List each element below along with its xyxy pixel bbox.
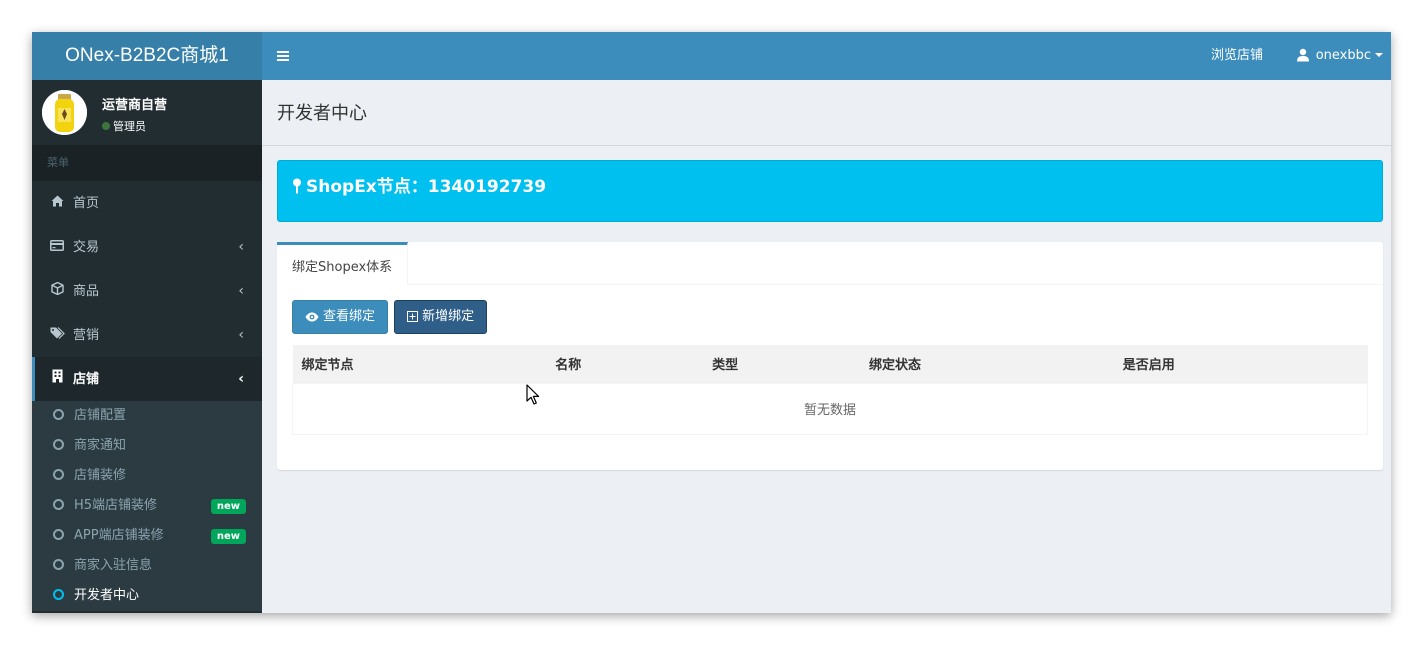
circle-icon [53,439,64,450]
table-header-row: 绑定节点 名称 类型 绑定状态 是否启用 [292,345,1368,383]
sidebar-subitem-h5-decor[interactable]: H5端店铺装修 new [32,491,262,521]
shopex-node-text: ShopEx节点：1340192739 [306,177,547,197]
map-pin-icon [292,163,302,215]
sidebar-subitem-label: 开发者中心 [74,588,140,603]
column-header: 绑定状态 [859,345,1114,383]
column-header: 绑定节点 [292,345,547,383]
sidebar-subitem-app-decor[interactable]: APP端店铺装修 new [32,521,262,551]
view-binding-label: 查看绑定 [323,309,376,324]
page-title: 开发者中心 [262,80,1391,146]
sidebar-subitem-store-config[interactable]: 店铺配置 [32,401,262,431]
binding-panel: 绑定Shopex体系 查看绑定 新增绑定 绑定节点 名称 类型 绑定状态 是否启… [277,242,1383,470]
circle-icon [53,589,64,600]
new-badge: new [210,529,246,544]
chevron-left-icon: ‹ [238,327,244,343]
avatar [42,90,87,135]
sidebar-item-label: 首页 [73,196,100,211]
user-role: 管理员 [102,118,146,134]
sidebar-subitem-label: 店铺配置 [74,408,127,423]
sidebar-subitem-merchant-notice[interactable]: 商家通知 [32,431,262,461]
sidebar-item-marketing[interactable]: 营销 ‹ [32,313,262,357]
user-menu[interactable]: onexbbc [1296,32,1383,83]
tags-icon [49,313,65,357]
eye-icon [305,303,319,335]
chevron-down-icon: ‹ [238,371,244,387]
user-icon [1296,35,1310,83]
menu-header: 菜单 [32,145,262,181]
app-window: ONex-B2B2C商城1 运营商自营 管理员 菜单 首页 交易 ‹ 商品 ‹ … [32,32,1391,613]
chevron-left-icon: ‹ [238,239,244,255]
bars-icon[interactable] [277,32,289,80]
online-status-icon [102,122,110,130]
sidebar-item-trade[interactable]: 交易 ‹ [32,225,262,269]
add-binding-label: 新增绑定 [422,309,475,324]
sidebar-item-label: 营销 [73,328,100,343]
empty-state-text: 暂无数据 [292,382,1368,435]
chevron-left-icon: ‹ [238,283,244,299]
caret-down-icon [1375,53,1383,57]
store-submenu: 店铺配置 商家通知 店铺装修 H5端店铺装修 new APP端店铺装修 new … [32,401,262,611]
tab-bind-shopex[interactable]: 绑定Shopex体系 [277,242,409,285]
sidebar-subitem-merchant-info[interactable]: 商家入驻信息 [32,551,262,581]
sidebar-item-label: 交易 [73,240,100,255]
sidebar-item-home[interactable]: 首页 [32,181,262,225]
binding-table: 绑定节点 名称 类型 绑定状态 是否启用 暂无数据 [292,345,1368,435]
circle-icon [53,499,64,510]
circle-icon [53,529,64,540]
sidebar-subitem-label: 商家入驻信息 [74,558,153,573]
circle-icon [53,409,64,420]
user-role-label: 管理员 [113,120,146,133]
tab-bar: 绑定Shopex体系 [277,242,1383,285]
username: onexbbc [1315,48,1371,63]
plus-square-icon [407,303,419,335]
column-header: 类型 [703,345,860,383]
user-name: 运营商自营 [102,98,168,113]
mouse-cursor-icon [526,384,540,405]
main-content: 开发者中心 ShopEx节点：1340192739 绑定Shopex体系 查看绑… [262,80,1391,613]
sidebar-subitem-store-decor[interactable]: 店铺装修 [32,461,262,491]
column-header: 名称 [546,345,704,383]
column-header: 是否启用 [1113,345,1368,383]
top-navbar: 浏览店铺 onexbbc [262,32,1391,80]
add-binding-button[interactable]: 新增绑定 [394,300,488,335]
credit-card-icon [49,225,65,269]
sidebar-subitem-label: 商家通知 [74,438,127,453]
sidebar-subitem-label: H5端店铺装修 [74,498,158,513]
sidebar-item-label: 店铺 [73,372,100,387]
sidebar-subitem-label: 店铺装修 [74,468,127,483]
shopex-node-callout: ShopEx节点：1340192739 [277,160,1383,222]
table-row: 暂无数据 [292,382,1368,435]
user-panel: 运营商自营 管理员 [32,80,262,145]
sidebar-item-store[interactable]: 店铺 ‹ [32,357,262,401]
brand-logo[interactable]: ONex-B2B2C商城1 [32,32,262,80]
sidebar-subitem-label: APP端店铺装修 [74,528,164,543]
circle-icon [53,559,64,570]
sidebar-subitem-developer-center[interactable]: 开发者中心 [32,581,262,611]
cube-icon [49,269,65,313]
new-badge: new [210,499,246,514]
home-icon [49,181,65,225]
building-icon [49,357,65,401]
view-binding-button[interactable]: 查看绑定 [292,300,389,335]
circle-icon [53,469,64,480]
button-row: 查看绑定 新增绑定 [292,300,489,334]
sidebar-item-goods[interactable]: 商品 ‹ [32,269,262,313]
sidebar: ONex-B2B2C商城1 运营商自营 管理员 菜单 首页 交易 ‹ 商品 ‹ … [32,32,262,613]
sidebar-item-label: 商品 [73,284,100,299]
browse-store-link[interactable]: 浏览店铺 [1211,32,1263,80]
